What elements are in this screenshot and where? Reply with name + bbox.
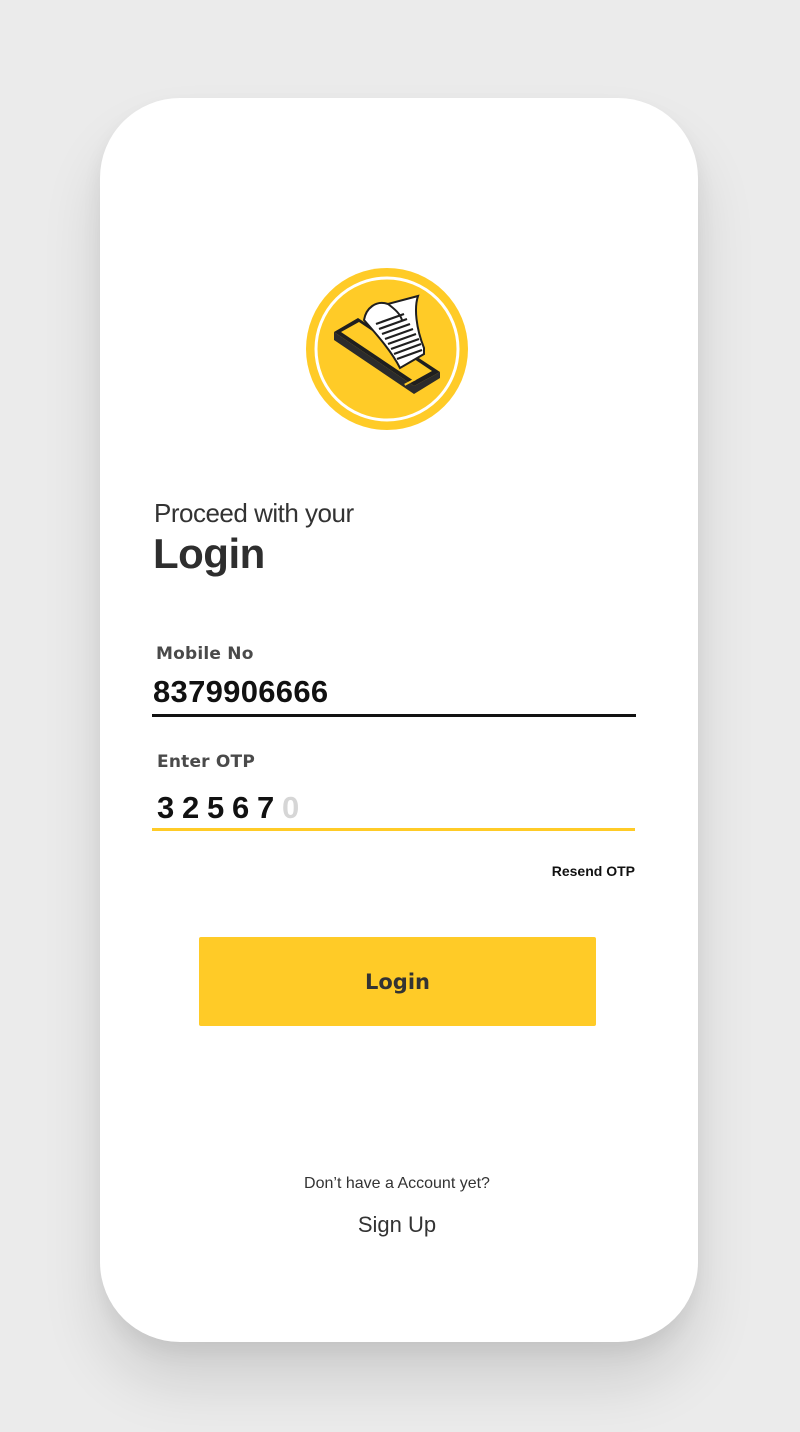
phone-receipt-icon bbox=[306, 268, 468, 430]
page-title: Login bbox=[153, 530, 265, 577]
otp-digit: 3 bbox=[157, 790, 175, 825]
login-button[interactable]: Login bbox=[199, 937, 596, 1026]
resend-otp-link[interactable]: Resend OTP bbox=[552, 863, 635, 879]
mobile-label: Mobile No bbox=[156, 644, 254, 664]
signup-link[interactable]: Sign Up bbox=[100, 1212, 694, 1238]
otp-digits: 3 2 5 6 7 0 bbox=[157, 790, 307, 826]
otp-digit: 2 bbox=[182, 790, 200, 825]
otp-digit-placeholder: 0 bbox=[282, 790, 300, 825]
otp-digit: 5 bbox=[207, 790, 225, 825]
signup-prompt: Don’t have a Account yet? bbox=[304, 1175, 490, 1192]
mobile-input[interactable] bbox=[152, 670, 636, 717]
login-card: Proceed with your Login Mobile No Enter … bbox=[100, 98, 698, 1342]
login-subtitle: Proceed with your bbox=[154, 498, 354, 528]
otp-label: Enter OTP bbox=[157, 752, 255, 772]
otp-digit: 6 bbox=[232, 790, 250, 825]
otp-digit: 7 bbox=[257, 790, 275, 825]
otp-input[interactable]: 3 2 5 6 7 0 bbox=[152, 788, 635, 831]
